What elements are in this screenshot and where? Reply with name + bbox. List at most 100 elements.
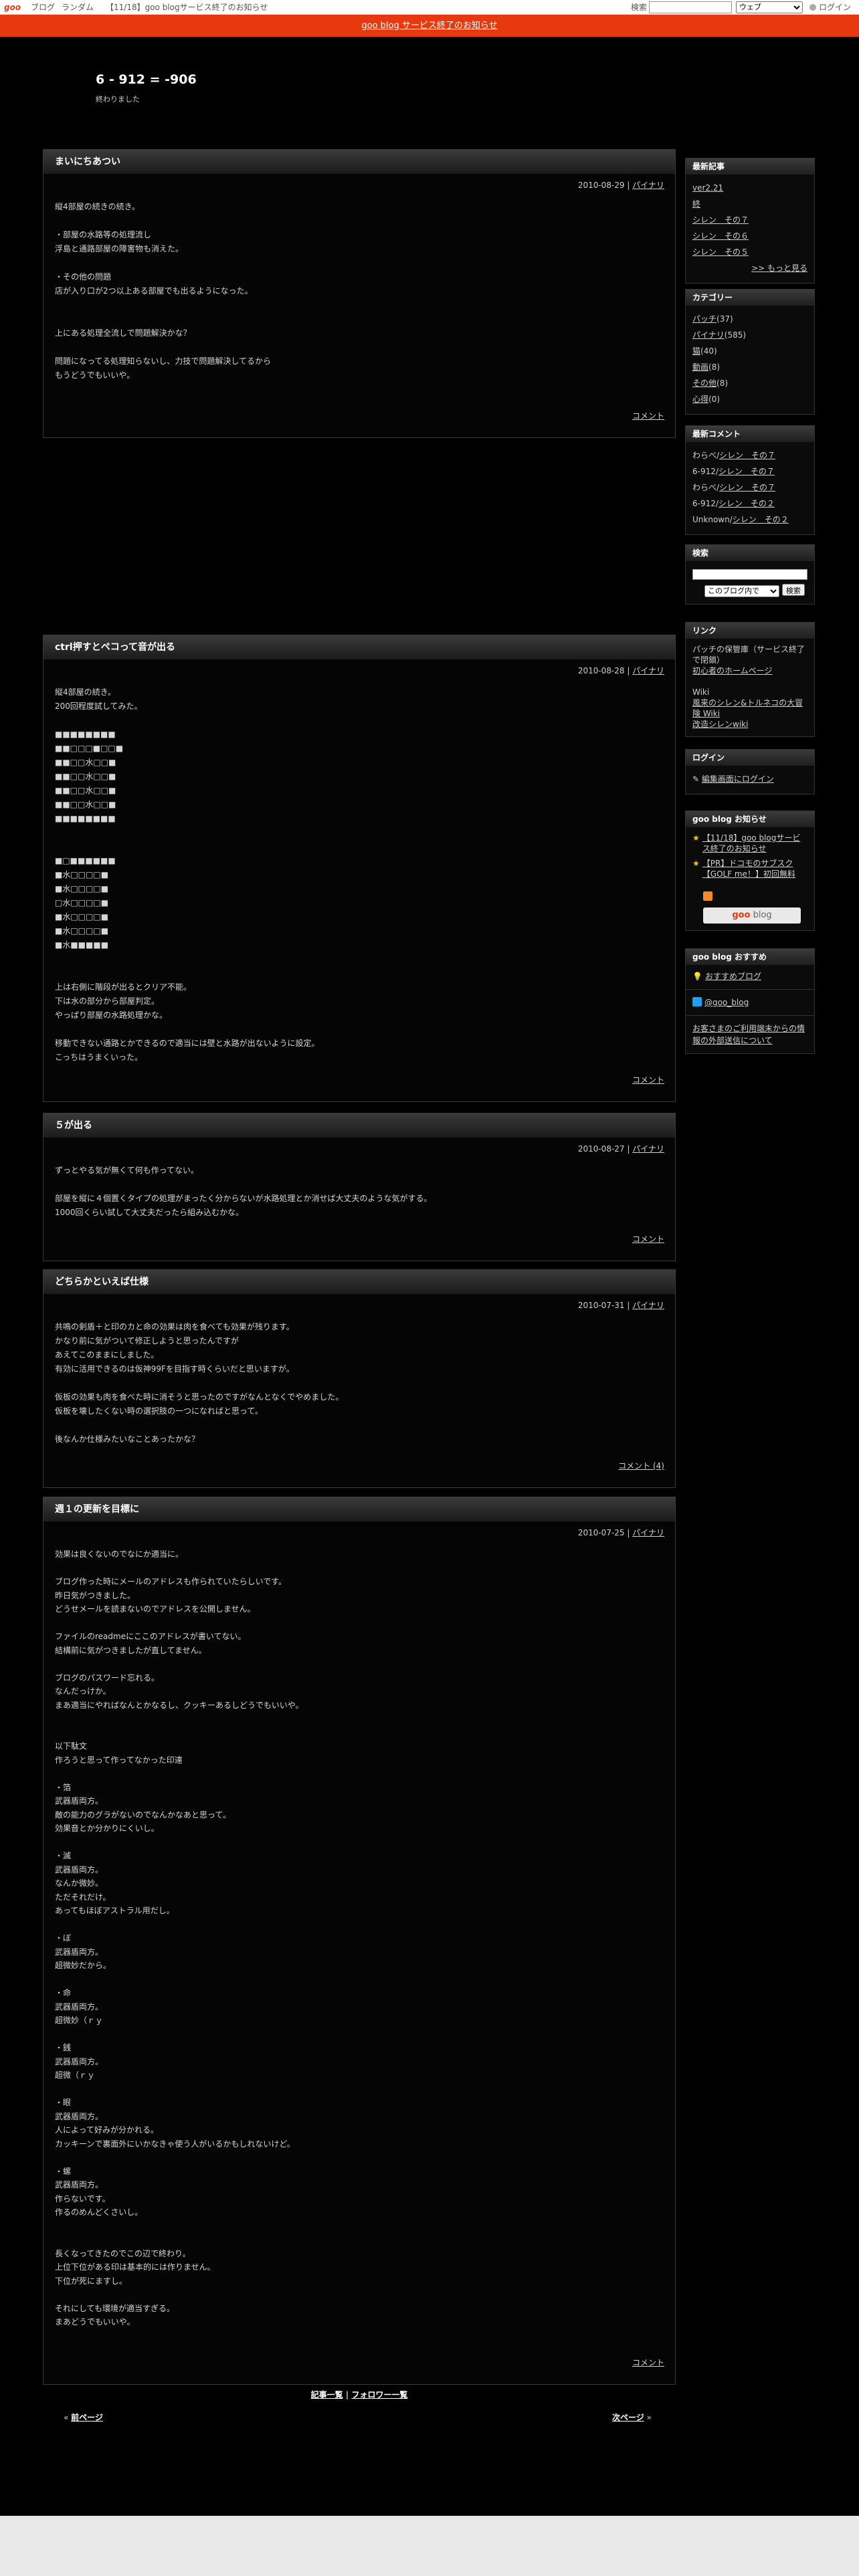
- service-end-notice-bar: goo blog サービス終了のお知らせ: [0, 15, 859, 37]
- comment-link[interactable]: シレン その７: [719, 483, 775, 492]
- entry-body: 効果は良くないのでなにか適当に。 ブログ作った時にメールのアドレスも作られていた…: [55, 1549, 304, 2327]
- sidebar-title: ログイン: [686, 750, 814, 766]
- notice-link[interactable]: 【11/18】goo blogサービス終了のお知らせ: [702, 833, 807, 854]
- comment-link[interactable]: シレン その７: [719, 451, 775, 460]
- topbar-search-input[interactable]: [649, 1, 732, 13]
- entry-body: 縦4部屋の続き。 200回程度試してみた。 ■■■■■■■■ ■■□□□■□□■…: [55, 687, 320, 1062]
- pencil-icon: ✎: [692, 774, 700, 784]
- user-icon: [809, 4, 816, 11]
- goo-blog-badge[interactable]: goo blog: [703, 907, 801, 924]
- entry-date: 2010-08-28: [577, 666, 625, 675]
- recommend-blog-link[interactable]: おすすめブログ: [705, 972, 761, 981]
- topbar-link-notice[interactable]: 【11/18】goo blogサービス終了のお知らせ: [106, 0, 268, 15]
- category-link[interactable]: その他: [692, 379, 717, 388]
- entry-comment-link[interactable]: コメント: [632, 1074, 664, 1085]
- entry-date: 2010-08-29: [577, 181, 625, 190]
- topbar-login-link[interactable]: ログイン: [819, 0, 851, 15]
- topbar-search-select[interactable]: ウェブ: [736, 1, 803, 13]
- rss-icon[interactable]: [703, 891, 712, 901]
- goo-topbar: goo ブログ ランダム 【11/18】goo blogサービス終了のお知らせ …: [0, 0, 859, 15]
- next-page-link[interactable]: 次ページ: [612, 2413, 644, 2422]
- entry-body: 共鳴の剣盾＋と印のカと命の効果は肉を食べても効果が残ります。 かなり前に気がつい…: [55, 1322, 344, 1444]
- category-link[interactable]: 猫: [692, 346, 700, 356]
- entry-comment-link[interactable]: コメント: [632, 2357, 664, 2368]
- entry-meta: 2010-08-28 | パイナリ: [577, 666, 664, 675]
- sidebar-search: 検索 このブログ内で 検索: [685, 544, 815, 605]
- entry-article: ctrl押すとペコって音が出る 2010-08-28 | パイナリ 縦4部屋の続…: [43, 635, 676, 1102]
- next-page: 次ページ »: [612, 2413, 652, 2422]
- star-icon: ★: [692, 833, 700, 843]
- entry-author[interactable]: パイナリ: [632, 1301, 664, 1310]
- recent-more-link[interactable]: >> もっと見る: [692, 260, 807, 276]
- sidebar-title: 検索: [686, 545, 814, 561]
- promo-link[interactable]: 【PR】ドコモのサブスク【GOLF me！】初回無料: [702, 858, 807, 879]
- entry-article: どちらかといえば仕様 2010-07-31 | パイナリ 共鳴の剣盾＋と印のカと…: [43, 1269, 676, 1488]
- entry-comment-link[interactable]: コメント: [632, 1233, 664, 1245]
- sidebar-goo-notices: goo blog お知らせ ★ 【11/18】goo blogサービス終了のお知ら…: [685, 811, 815, 931]
- category-link[interactable]: 心得: [692, 395, 708, 404]
- topbar-link-blog[interactable]: ブログ: [31, 0, 55, 15]
- entry-title[interactable]: まいにちあつい: [43, 150, 675, 174]
- entry-title[interactable]: ５が出る: [43, 1113, 675, 1138]
- entry-article: ５が出る 2010-08-27 | パイナリ ずっとやる気が無くて何も作ってない…: [43, 1113, 676, 1261]
- category-link[interactable]: 動画: [692, 362, 708, 372]
- sidebar-recent-comments: 最新コメント わらべ/シレン その７ 6-912/シレン その７ わらべ/シレン…: [685, 425, 815, 535]
- comment-link[interactable]: シレン その２: [733, 515, 789, 524]
- sidebar-title: 最新記事: [686, 158, 814, 175]
- entry-date: 2010-07-25: [577, 1528, 625, 1537]
- entry-list-link[interactable]: 記事一覧: [311, 2390, 343, 2399]
- entry-author[interactable]: パイナリ: [632, 1144, 664, 1154]
- follower-list-link[interactable]: フォロワー一覧: [351, 2390, 407, 2399]
- blog-search-button[interactable]: 検索: [781, 583, 805, 596]
- recent-entry-link[interactable]: シレン その５: [692, 244, 807, 260]
- link-text: パッチの保管庫（サービス終了で閉鎖）: [692, 645, 805, 665]
- entry-title[interactable]: 週１の更新を目標に: [43, 1497, 675, 1521]
- entry-meta: 2010-08-27 | パイナリ: [577, 1144, 664, 1154]
- sidebar-goo-recommend: goo blog おすすめ 💡 おすすめブログ @goo_blog お客さまのご利…: [685, 948, 815, 1054]
- link-shiren-wiki[interactable]: 風来のシレン&トルネコの大冒険 Wiki: [692, 697, 807, 719]
- entry-title[interactable]: どちらかといえば仕様: [43, 1270, 675, 1294]
- blog-search-input[interactable]: [692, 569, 807, 580]
- blog-title[interactable]: 6 - 912 = -906: [96, 72, 197, 87]
- entry-author[interactable]: パイナリ: [632, 1528, 664, 1537]
- sidebar-title: goo blog おすすめ: [686, 949, 814, 965]
- lightbulb-icon: 💡: [692, 972, 702, 981]
- privacy-link[interactable]: お客さまのご利用端末からの情報の外部送信について: [692, 1024, 805, 1045]
- recent-entry-link[interactable]: シレン その７: [692, 212, 807, 228]
- link-beginner-homepage[interactable]: 初心者のホームページ: [692, 665, 807, 676]
- blog-description: 終わりました: [96, 95, 140, 104]
- category-link[interactable]: パッチ: [692, 314, 717, 324]
- wiki-label: Wiki: [692, 687, 710, 697]
- entry-date: 2010-07-31: [577, 1301, 625, 1310]
- twitter-link[interactable]: @goo_blog: [704, 998, 749, 1007]
- entry-meta: 2010-08-29 | パイナリ: [577, 181, 664, 190]
- blog-header: 6 - 912 = -906 終わりました: [96, 72, 197, 104]
- recent-entry-link[interactable]: シレン その６: [692, 228, 807, 244]
- entry-date: 2010-08-27: [577, 1144, 625, 1154]
- edit-login-link[interactable]: 編集画面にログイン: [702, 774, 774, 784]
- category-link[interactable]: パイナリ: [692, 330, 725, 340]
- entry-author[interactable]: パイナリ: [632, 181, 664, 190]
- prev-page-link[interactable]: 前ページ: [71, 2413, 103, 2422]
- entry-author[interactable]: パイナリ: [632, 666, 664, 675]
- recent-entry-link[interactable]: 終: [692, 196, 807, 212]
- entry-comment-link[interactable]: コメント (4): [618, 1460, 664, 1471]
- topbar-search-label: 検索: [631, 3, 648, 12]
- sidebar-links: リンク パッチの保管庫（サービス終了で閉鎖） 初心者のホームページ Wiki 風…: [685, 622, 815, 737]
- blog-search-scope[interactable]: このブログ内で: [704, 584, 779, 597]
- prev-page: « 前ページ: [64, 2413, 103, 2422]
- comment-link[interactable]: シレン その２: [719, 499, 775, 508]
- goo-logo[interactable]: goo: [4, 0, 21, 15]
- entry-title[interactable]: ctrl押すとペコって音が出る: [43, 635, 675, 659]
- service-end-notice-link[interactable]: goo blog サービス終了のお知らせ: [361, 21, 497, 31]
- comment-link[interactable]: シレン その７: [719, 467, 775, 476]
- entry-article: 週１の更新を目標に 2010-07-25 | パイナリ 効果は良くないのでなにか…: [43, 1497, 676, 2385]
- sidebar-title: カテゴリー: [686, 290, 814, 306]
- topbar-link-random[interactable]: ランダム: [62, 0, 94, 15]
- entry-article: まいにちあつい 2010-08-29 | パイナリ 縦4部屋の続きの続き。 ・部…: [43, 149, 676, 438]
- link-kaizou-wiki[interactable]: 改造シレンwiki: [692, 719, 807, 730]
- entry-comment-link[interactable]: コメント: [632, 410, 664, 421]
- twitter-icon: [692, 997, 702, 1006]
- recent-entry-link[interactable]: ver2.21: [692, 180, 807, 196]
- entry-meta: 2010-07-31 | パイナリ: [577, 1301, 664, 1310]
